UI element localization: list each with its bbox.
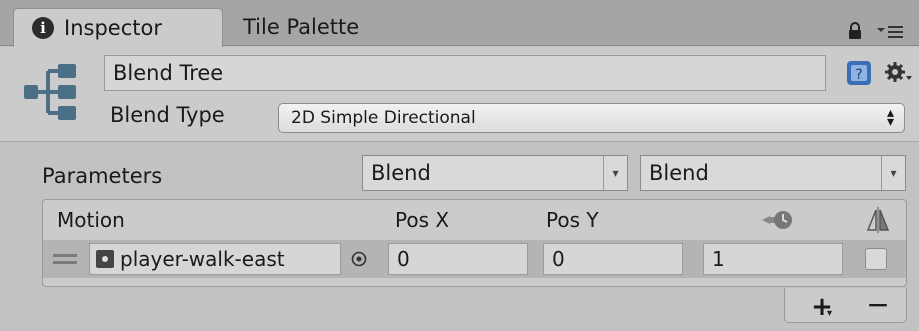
- add-motion-button[interactable]: + ▾: [807, 292, 837, 322]
- animation-clip-icon: [96, 250, 114, 268]
- blend-type-dropdown[interactable]: 2D Simple Directional ▴ ▾: [278, 103, 905, 133]
- motion-clip-name: player-walk-east: [120, 247, 285, 271]
- chevron-down-icon: ▾: [603, 156, 627, 190]
- lock-icon[interactable]: [847, 22, 863, 40]
- svg-text:?: ?: [855, 67, 862, 83]
- tab-inspector[interactable]: i Inspector: [13, 8, 223, 47]
- gear-icon[interactable]: [884, 60, 914, 86]
- blend-tree-body: Parameters Blend ▾ Blend ▾ Motion Pos X …: [0, 141, 919, 331]
- tab-strip: i Inspector Tile Palette: [0, 0, 919, 47]
- mirror-checkbox[interactable]: [865, 248, 887, 270]
- pos-y-field[interactable]: 0: [543, 243, 683, 275]
- motion-list: Motion Pos X Pos Y player-walk-east 0 0 …: [42, 199, 907, 287]
- tab-tile-palette[interactable]: Tile Palette: [243, 8, 359, 46]
- dropdown-arrows-icon: ▴ ▾: [886, 105, 894, 130]
- parameter-x-dropdown[interactable]: Blend ▾: [362, 155, 628, 191]
- remove-motion-button[interactable]: −: [863, 288, 893, 321]
- object-picker-icon[interactable]: [350, 250, 368, 268]
- tab-tile-palette-label: Tile Palette: [243, 15, 360, 39]
- blend-type-value: 2D Simple Directional: [291, 108, 476, 128]
- column-header-motion: Motion: [57, 208, 125, 232]
- blend-tree-header: Blend Tree ? Blend Type 2D Simple Direct…: [0, 47, 919, 141]
- menu-icon[interactable]: [876, 24, 904, 40]
- pos-x-field[interactable]: 0: [388, 243, 528, 275]
- list-footer: + ▾ −: [784, 288, 907, 323]
- info-icon: i: [32, 17, 54, 39]
- motion-clip-field[interactable]: player-walk-east: [89, 243, 341, 275]
- parameter-y-dropdown[interactable]: Blend ▾: [640, 155, 906, 191]
- column-header-pos-y: Pos Y: [546, 208, 599, 232]
- speed-field[interactable]: 1: [703, 243, 843, 275]
- parameter-y-value: Blend: [649, 161, 709, 185]
- blend-type-label: Blend Type: [110, 103, 225, 127]
- blend-tree-name-field[interactable]: Blend Tree: [104, 55, 826, 91]
- chevron-down-icon: ▾: [881, 156, 905, 190]
- parameter-x-value: Blend: [371, 161, 431, 185]
- drag-handle-icon[interactable]: [53, 252, 77, 266]
- tab-inspector-label: Inspector: [64, 16, 162, 40]
- column-header-pos-x: Pos X: [395, 208, 450, 232]
- blend-tree-icon: [24, 64, 76, 120]
- mirror-icon: [866, 207, 890, 233]
- table-row: player-walk-east 0 0 1: [43, 240, 906, 278]
- chevron-down-icon: ▾: [827, 308, 833, 319]
- speed-icon: [762, 211, 792, 229]
- parameters-label: Parameters: [42, 164, 163, 188]
- help-icon[interactable]: ?: [846, 60, 872, 86]
